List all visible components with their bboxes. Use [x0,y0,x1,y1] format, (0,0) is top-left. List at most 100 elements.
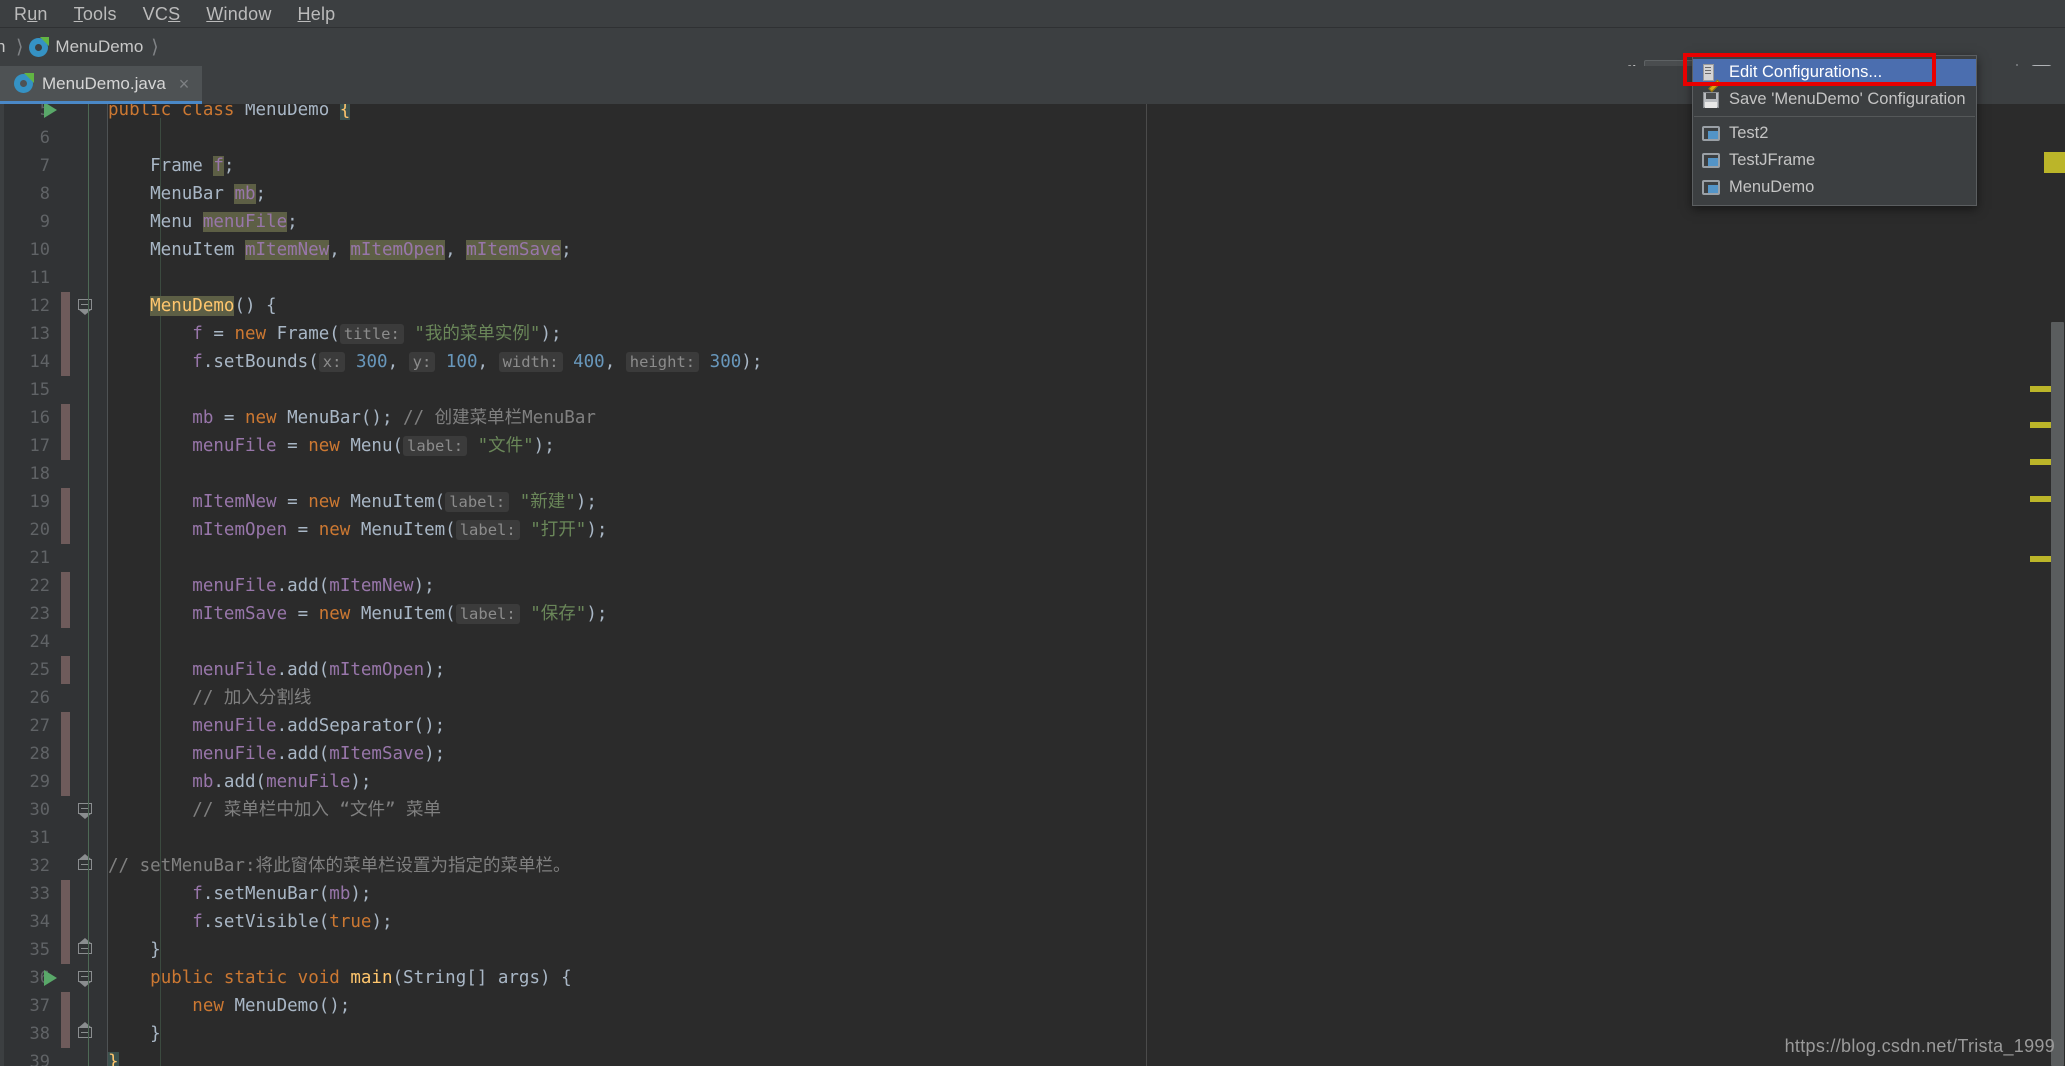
code-line[interactable]: f.setVisible(true); [108,908,392,936]
code-line[interactable]: // 菜单栏中加入 “文件” 菜单 [108,796,441,824]
vcs-change-marker[interactable] [61,880,70,908]
dropdown-item-label: MenuDemo [1729,178,1815,196]
code-folding-toggle[interactable] [78,1022,93,1042]
editor-scrollbar-track[interactable] [2037,104,2065,1066]
dropdown-item-edit-configurations[interactable]: Edit Configurations... [1693,59,1976,92]
code-line[interactable]: Frame f; [108,152,234,180]
code-folding-toggle[interactable] [78,802,93,819]
line-number: 21 [29,548,50,568]
code-line[interactable]: f.setBounds(x: 300, y: 100, width: 400, … [108,348,762,376]
dropdown-item-test2[interactable]: Test2 [1693,120,1976,147]
code-folding-toggle[interactable] [78,854,93,874]
inspection-status-marker[interactable] [2044,152,2065,173]
dropdown-item-testjframe[interactable]: TestJFrame [1693,147,1976,174]
vcs-change-marker[interactable] [61,1020,70,1048]
code-line[interactable]: menuFile.add(mItemNew); [108,572,434,600]
vcs-change-marker[interactable] [61,992,70,1020]
gutter-run-icon[interactable] [44,970,57,986]
line-number: 13 [29,324,50,344]
code-line[interactable]: public static void main(String[] args) { [108,964,571,992]
vcs-change-marker[interactable] [61,292,70,320]
code-line[interactable]: new MenuDemo(); [108,992,350,1020]
vcs-change-marker[interactable] [61,432,70,460]
code-folding-toggle[interactable] [78,938,93,958]
source-code[interactable]: public class MenuDemo { Frame f; MenuBar… [108,104,2065,1066]
line-number: 28 [29,744,50,764]
vcs-change-marker[interactable] [61,908,70,936]
code-line[interactable]: // 加入分割线 [108,684,311,712]
warning-marker[interactable] [2030,422,2051,428]
line-number: 39 [29,1052,50,1066]
vcs-change-marker[interactable] [61,404,70,432]
line-number: 12 [29,296,50,316]
code-editor[interactable]: 5 6 7 8 9 10 11 12 13 14 15 16 17 18 19 20 21 22 23 24 25 26 2… [0,104,2065,1066]
vcs-change-marker[interactable] [61,572,70,600]
vcs-change-marker[interactable] [61,348,70,376]
menu-vcs[interactable]: VCS [143,0,181,28]
run-configuration-dropdown[interactable]: Edit Configurations... Save 'MenuDemo' Co… [1692,55,1977,206]
code-line[interactable]: } [108,1020,161,1048]
line-number: 11 [29,268,50,288]
run-config-icon [1702,179,1720,197]
code-line[interactable]: mItemSave = new MenuItem(label: "保存"); [108,600,607,628]
code-line[interactable]: mItemNew = new MenuItem(label: "新建"); [108,488,597,516]
save-icon [1702,91,1720,109]
breadcrumb-item-menudemo[interactable]: MenuDemo [25,28,149,66]
vcs-change-marker[interactable] [61,936,70,964]
code-line[interactable]: MenuItem mItemNew, mItemOpen, mItemSave; [108,236,572,264]
vcs-change-marker[interactable] [61,712,70,740]
dropdown-item-save-menudemo-configuration[interactable]: Save 'MenuDemo' Configuration [1693,86,1976,113]
code-line[interactable]: menuFile.add(mItemSave); [108,740,445,768]
code-folding-toggle[interactable] [78,970,93,987]
vcs-change-marker[interactable] [61,768,70,796]
line-number: 35 [29,940,50,960]
code-line[interactable]: f.setMenuBar(mb); [108,880,371,908]
gutter-run-icon[interactable] [44,104,57,118]
line-number: 30 [29,800,50,820]
editor-scrollbar-thumb[interactable] [2051,322,2064,1066]
java-class-icon [29,36,50,57]
line-number: 25 [29,660,50,680]
vcs-change-marker[interactable] [61,488,70,516]
menu-tools[interactable]: Tools [74,0,117,28]
line-number: 36 [29,968,50,988]
watermark-text: https://blog.csdn.net/Trista_1999 [1784,1036,2055,1056]
code-line[interactable]: public class MenuDemo { [108,104,351,124]
code-line[interactable]: // setMenuBar:将此窗体的菜单栏设置为指定的菜单栏。 [108,852,571,880]
code-line[interactable]: menuFile.addSeparator(); [108,712,445,740]
code-line[interactable]: Menu menuFile; [108,208,298,236]
line-number: 9 [39,212,50,232]
dropdown-separator [1694,116,1975,117]
code-line[interactable]: MenuDemo() { [108,292,277,320]
code-line[interactable]: mb.add(menuFile); [108,768,371,796]
vcs-change-marker[interactable] [61,740,70,768]
editor-gutter[interactable]: 5 6 7 8 9 10 11 12 13 14 15 16 17 18 19 20 21 22 23 24 25 26 2… [0,104,108,1066]
warning-marker[interactable] [2030,556,2051,562]
code-line[interactable]: menuFile.add(mItemOpen); [108,656,445,684]
vcs-change-marker[interactable] [61,320,70,348]
close-icon[interactable]: × [175,75,190,93]
vcs-change-marker[interactable] [61,600,70,628]
menu-run[interactable]: Run [14,0,48,28]
vcs-change-marker[interactable] [61,656,70,684]
run-config-icon [1702,152,1720,170]
code-line[interactable]: } [108,936,161,964]
code-line[interactable]: mb = new MenuBar(); // 创建菜单栏MenuBar [108,404,596,432]
code-line[interactable]: MenuBar mb; [108,180,266,208]
vcs-change-marker[interactable] [61,516,70,544]
code-line[interactable]: menuFile = new Menu(label: "文件"); [108,432,555,460]
warning-marker[interactable] [2030,459,2051,465]
editor-tab-menudemo-java[interactable]: MenuDemo.java × [0,66,203,104]
code-folding-toggle[interactable] [78,298,93,315]
menu-help[interactable]: Help [298,0,336,28]
code-line[interactable]: f = new Frame(title: "我的菜单实例"); [108,320,562,348]
dropdown-item-menudemo[interactable]: MenuDemo [1693,174,1976,201]
warning-marker[interactable] [2030,386,2051,392]
breadcrumb-separator-icon-2: ⟩ [151,36,159,58]
code-line[interactable]: } [108,1048,119,1066]
code-line[interactable]: mItemOpen = new MenuItem(label: "打开"); [108,516,607,544]
line-number: 20 [29,520,50,540]
line-number: 27 [29,716,50,736]
warning-marker[interactable] [2030,496,2051,502]
menu-window[interactable]: Window [206,0,271,28]
